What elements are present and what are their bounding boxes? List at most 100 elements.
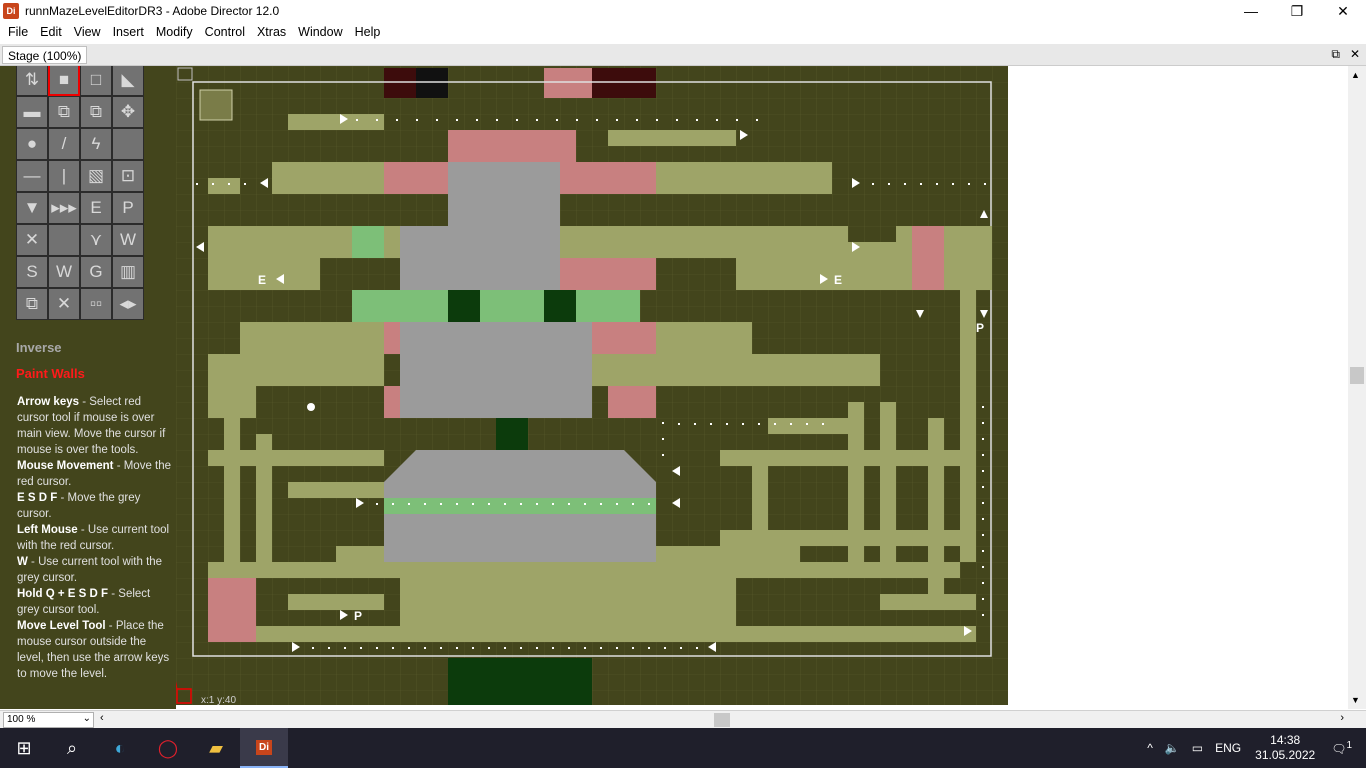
tool-button-7-3[interactable]: ◂▸ (112, 288, 144, 320)
menu-view[interactable]: View (68, 25, 107, 39)
tool-button-5-0[interactable]: ✕ (16, 224, 48, 256)
enemy-marker: E (834, 273, 842, 287)
menu-file[interactable]: File (2, 25, 34, 39)
level-map[interactable]: E E P P x:1 y:40 (63, 66, 1008, 706)
language-indicator[interactable]: ENG (1209, 741, 1247, 755)
tool-button-3-0[interactable]: — (16, 160, 48, 192)
menu-control[interactable]: Control (199, 25, 251, 39)
menu-xtras[interactable]: Xtras (251, 25, 292, 39)
tool-button-1-1[interactable]: ⧉ (48, 96, 80, 128)
tool-button-3-3[interactable]: ⊡ (112, 160, 144, 192)
director-app-icon: Di (3, 3, 19, 19)
windows-taskbar: ⊞ ⌕ ◐ ◯ ▰ Di ^ 🔈 ▭ ENG 14:38 31.05.2022 … (0, 728, 1366, 768)
stage-view[interactable]: ⇅ ■ □ ◣ ▬ ⧉ ⧉ ✥ ● / ϟ — | ▧ ⊡ ▼ ▸▸▸ E P ✕ ⋎ W S W G ▥ ⧉ ✕ ▫▫ ◂▸ Inver… (0, 66, 1350, 709)
mode-label: Paint Walls (16, 366, 85, 381)
inverse-label[interactable]: Inverse (16, 340, 62, 355)
help-key: Hold Q + E S D F (17, 588, 109, 600)
player-marker: P (976, 321, 984, 335)
close-button[interactable]: ✕ (1320, 0, 1366, 22)
notifications-icon[interactable]: 🗨1 (1323, 740, 1366, 756)
tool-button-4-3[interactable]: P (112, 192, 144, 224)
level-canvas[interactable]: E E P P (63, 66, 1008, 705)
help-key: Left Mouse (17, 524, 78, 536)
tool-button-7-1[interactable]: ✕ (48, 288, 80, 320)
start-icon[interactable]: ⊞ (0, 728, 48, 768)
menu-help[interactable]: Help (349, 25, 387, 39)
help-text: Arrow keys - Select red cursor tool if m… (17, 394, 173, 682)
clock-date: 31.05.2022 (1255, 748, 1316, 762)
menu-window[interactable]: Window (292, 25, 348, 39)
stage-bottom-bar: 100 % ⌄ ‹ › (0, 710, 1366, 728)
horizontal-scrollbar[interactable]: ‹ › (98, 712, 1348, 728)
clock[interactable]: 14:38 31.05.2022 (1247, 733, 1323, 763)
tool-button-0-2[interactable]: □ (80, 66, 112, 96)
tool-button-6-1[interactable]: W (48, 256, 80, 288)
tool-button-0-0[interactable]: ⇅ (16, 66, 48, 96)
help-entry: Mouse Movement - Move the red cursor. (17, 458, 173, 490)
tool-button-6-0[interactable]: S (16, 256, 48, 288)
help-key: Mouse Movement (17, 460, 114, 472)
tool-button-4-0[interactable]: ▼ (16, 192, 48, 224)
tool-button-2-1[interactable]: / (48, 128, 80, 160)
help-key: Move Level Tool (17, 620, 106, 632)
tool-button-5-1[interactable] (48, 224, 80, 256)
title-bar: Di runnMazeLevelEditorDR3 - Adobe Direct… (0, 0, 1366, 22)
speaker-icon[interactable]: 🔈 (1159, 741, 1186, 755)
scroll-down-icon[interactable]: ▼ (1351, 695, 1360, 705)
director-taskbar-icon[interactable]: Di (240, 728, 288, 768)
tool-button-6-3[interactable]: ▥ (112, 256, 144, 288)
tool-button-2-2[interactable]: ϟ (80, 128, 112, 160)
scroll-right-icon[interactable]: › (1340, 712, 1344, 724)
network-icon[interactable]: ▭ (1186, 741, 1209, 755)
horizontal-scroll-thumb[interactable] (714, 713, 730, 727)
menu-edit[interactable]: Edit (34, 25, 68, 39)
tool-button-4-1[interactable]: ▸▸▸ (48, 192, 80, 224)
menu-bar: File Edit View Insert Modify Control Xtr… (0, 22, 1366, 42)
tool-button-4-2[interactable]: E (80, 192, 112, 224)
menu-modify[interactable]: Modify (150, 25, 199, 39)
restore-panel-icon[interactable]: ⧉ (1331, 47, 1340, 62)
tool-button-0-3[interactable]: ◣ (112, 66, 144, 96)
help-entry: E S D F - Move the grey cursor. (17, 490, 173, 522)
help-key: W (17, 556, 28, 568)
tool-button-7-2[interactable]: ▫▫ (80, 288, 112, 320)
tool-button-1-3[interactable]: ✥ (112, 96, 144, 128)
stage-tab[interactable]: Stage (100%) (2, 46, 88, 64)
minimize-button[interactable]: — (1228, 0, 1274, 22)
menu-insert[interactable]: Insert (107, 25, 150, 39)
help-key: Arrow keys (17, 396, 80, 408)
maximize-button[interactable]: ❐ (1274, 0, 1320, 22)
chevron-down-icon[interactable]: ⌄ (83, 713, 91, 724)
notification-count: 1 (1346, 740, 1352, 751)
tool-button-7-0[interactable]: ⧉ (16, 288, 48, 320)
tool-button-0-1[interactable]: ■ (48, 66, 80, 96)
close-panel-icon[interactable]: ✕ (1350, 47, 1360, 62)
tool-button-1-0[interactable]: ▬ (16, 96, 48, 128)
tool-button-3-2[interactable]: ▧ (80, 160, 112, 192)
opera-browser-icon[interactable]: ◯ (144, 728, 192, 768)
help-entry: W - Use current tool with the grey curso… (17, 554, 173, 586)
tray-chevron-icon[interactable]: ^ (1141, 741, 1159, 755)
edge-browser-icon[interactable]: ◐ (96, 728, 144, 768)
zoom-select[interactable]: 100 % ⌄ (3, 712, 94, 728)
scroll-left-icon[interactable]: ‹ (100, 712, 104, 724)
player-marker: P (354, 609, 362, 623)
vertical-scrollbar[interactable]: ▲ ▼ (1348, 66, 1366, 709)
scroll-up-icon[interactable]: ▲ (1351, 70, 1360, 80)
tool-button-2-3[interactable] (112, 128, 144, 160)
search-icon[interactable]: ⌕ (48, 728, 96, 768)
tool-button-3-1[interactable]: | (48, 160, 80, 192)
help-entry: Arrow keys - Select red cursor tool if m… (17, 394, 173, 458)
tool-button-5-3[interactable]: W (112, 224, 144, 256)
tool-button-1-2[interactable]: ⧉ (80, 96, 112, 128)
zoom-value: 100 % (7, 714, 36, 725)
window-title: runnMazeLevelEditorDR3 - Adobe Director … (25, 4, 280, 18)
tool-button-6-2[interactable]: G (80, 256, 112, 288)
file-explorer-icon[interactable]: ▰ (192, 728, 240, 768)
clock-time: 14:38 (1270, 733, 1301, 747)
help-entry: Move Level Tool - Place the mouse cursor… (17, 618, 173, 682)
tool-button-5-2[interactable]: ⋎ (80, 224, 112, 256)
tool-button-2-0[interactable]: ● (16, 128, 48, 160)
vertical-scroll-thumb[interactable] (1350, 367, 1364, 384)
tool-grid: ⇅ ■ □ ◣ ▬ ⧉ ⧉ ✥ ● / ϟ — | ▧ ⊡ ▼ ▸▸▸ E P ✕ ⋎ W S W G ▥ ⧉ ✕ ▫▫ ◂▸ (16, 66, 144, 322)
